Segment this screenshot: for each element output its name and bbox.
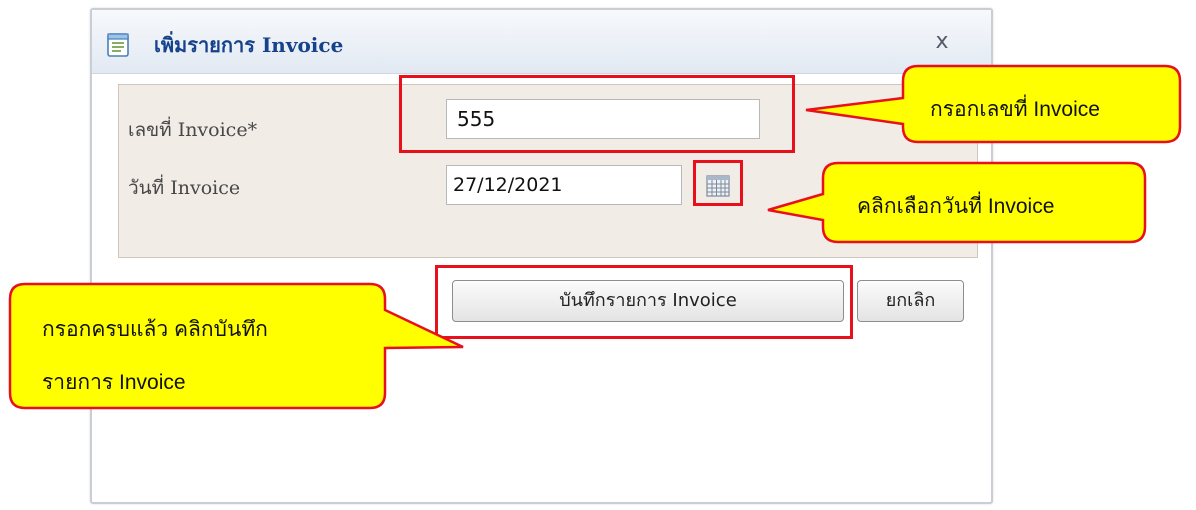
document-list-icon xyxy=(107,33,129,57)
add-invoice-dialog: เพิ่มรายการ Invoice x xyxy=(90,8,993,504)
invoice-number-label: เลขที่ Invoice* xyxy=(128,119,258,141)
callout-save-hint-line2: รายการ Invoice xyxy=(42,371,186,394)
close-icon[interactable]: x xyxy=(924,24,960,60)
callout-save-hint-line1: กรอกครบแล้ว คลิกบันทึก xyxy=(42,318,268,341)
callout-pick-invoice-date-text: คลิกเลือกวันที่ Invoice xyxy=(857,195,1055,218)
dialog-title-bar: เพิ่มรายการ Invoice xyxy=(92,10,991,74)
invoice-date-input[interactable] xyxy=(446,165,682,205)
invoice-number-input[interactable] xyxy=(446,99,760,139)
callout-enter-invoice-number-text: กรอกเลขที่ Invoice xyxy=(930,98,1100,121)
dialog-title: เพิ่มรายการ Invoice xyxy=(154,33,344,57)
calendar-icon[interactable] xyxy=(706,175,730,197)
cancel-button[interactable]: ยกเลิก xyxy=(857,280,964,322)
invoice-date-label: วันที่ Invoice xyxy=(128,177,241,199)
save-invoice-button[interactable]: บันทึกรายการ Invoice xyxy=(452,280,844,322)
